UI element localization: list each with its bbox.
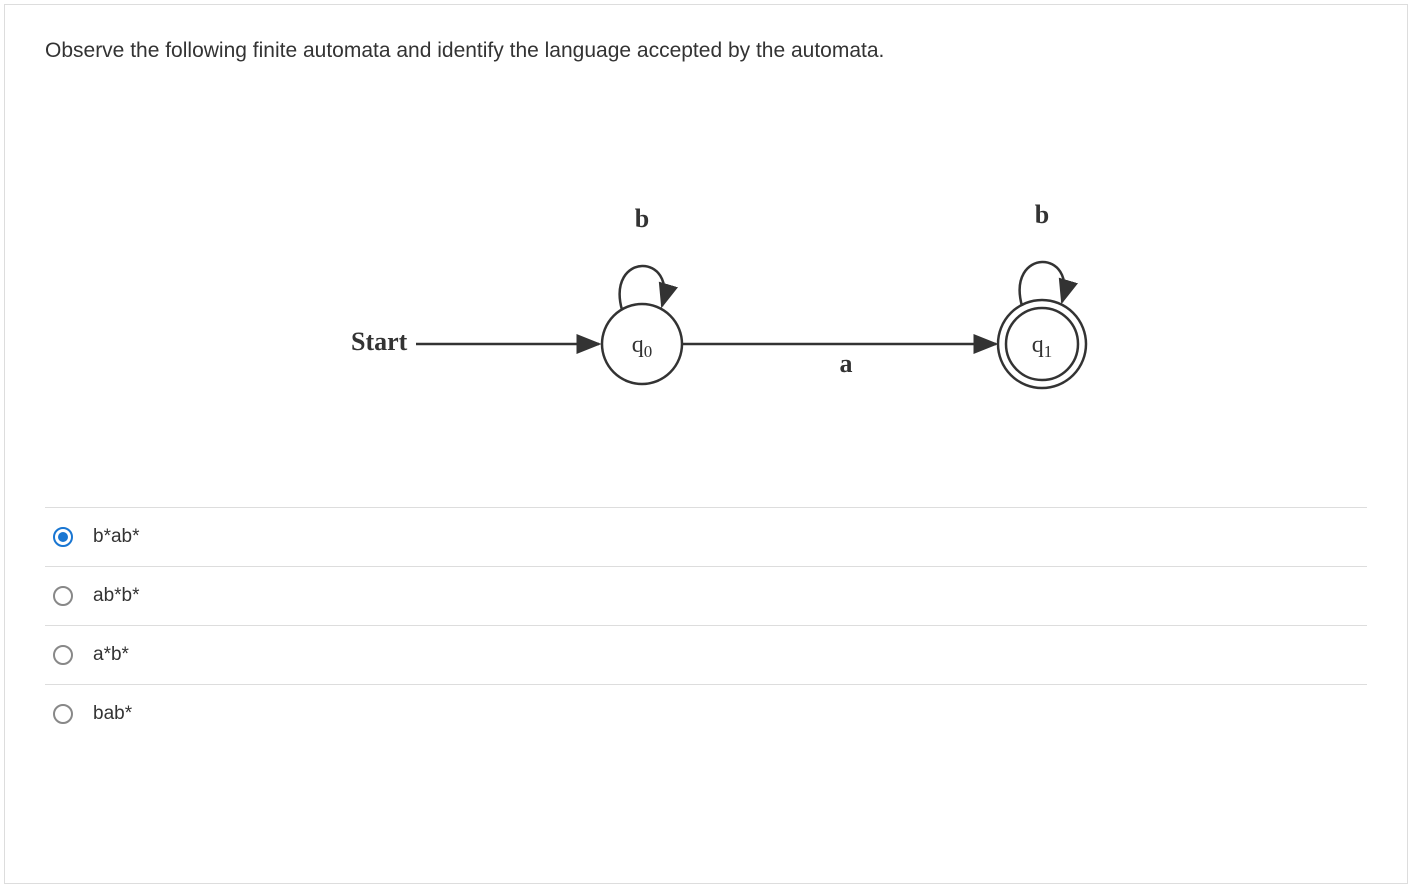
option-4-label: bab* (93, 703, 132, 725)
option-4[interactable]: bab* (45, 684, 1367, 744)
option-3[interactable]: a*b* (45, 625, 1367, 684)
automata-diagram: Start q0 b a q1 (45, 107, 1367, 497)
radio-2[interactable] (53, 586, 73, 606)
start-label: Start (351, 327, 408, 356)
q1-loop-label: b (1035, 200, 1049, 229)
question-text: Observe the following finite automata an… (45, 35, 1367, 67)
radio-4[interactable] (53, 704, 73, 724)
radio-1[interactable] (53, 527, 73, 547)
option-2-label: ab*b* (93, 585, 140, 607)
automata-svg: Start q0 b a q1 (296, 172, 1116, 432)
question-container: Observe the following finite automata an… (4, 4, 1408, 884)
option-2[interactable]: ab*b* (45, 566, 1367, 625)
option-1[interactable]: b*ab* (45, 507, 1367, 566)
q0-loop-label: b (635, 204, 649, 233)
options-list: b*ab* ab*b* a*b* bab* (45, 507, 1367, 744)
q0-to-q1-label: a (840, 349, 853, 378)
option-1-label: b*ab* (93, 526, 140, 548)
option-3-label: a*b* (93, 644, 129, 666)
radio-3[interactable] (53, 645, 73, 665)
